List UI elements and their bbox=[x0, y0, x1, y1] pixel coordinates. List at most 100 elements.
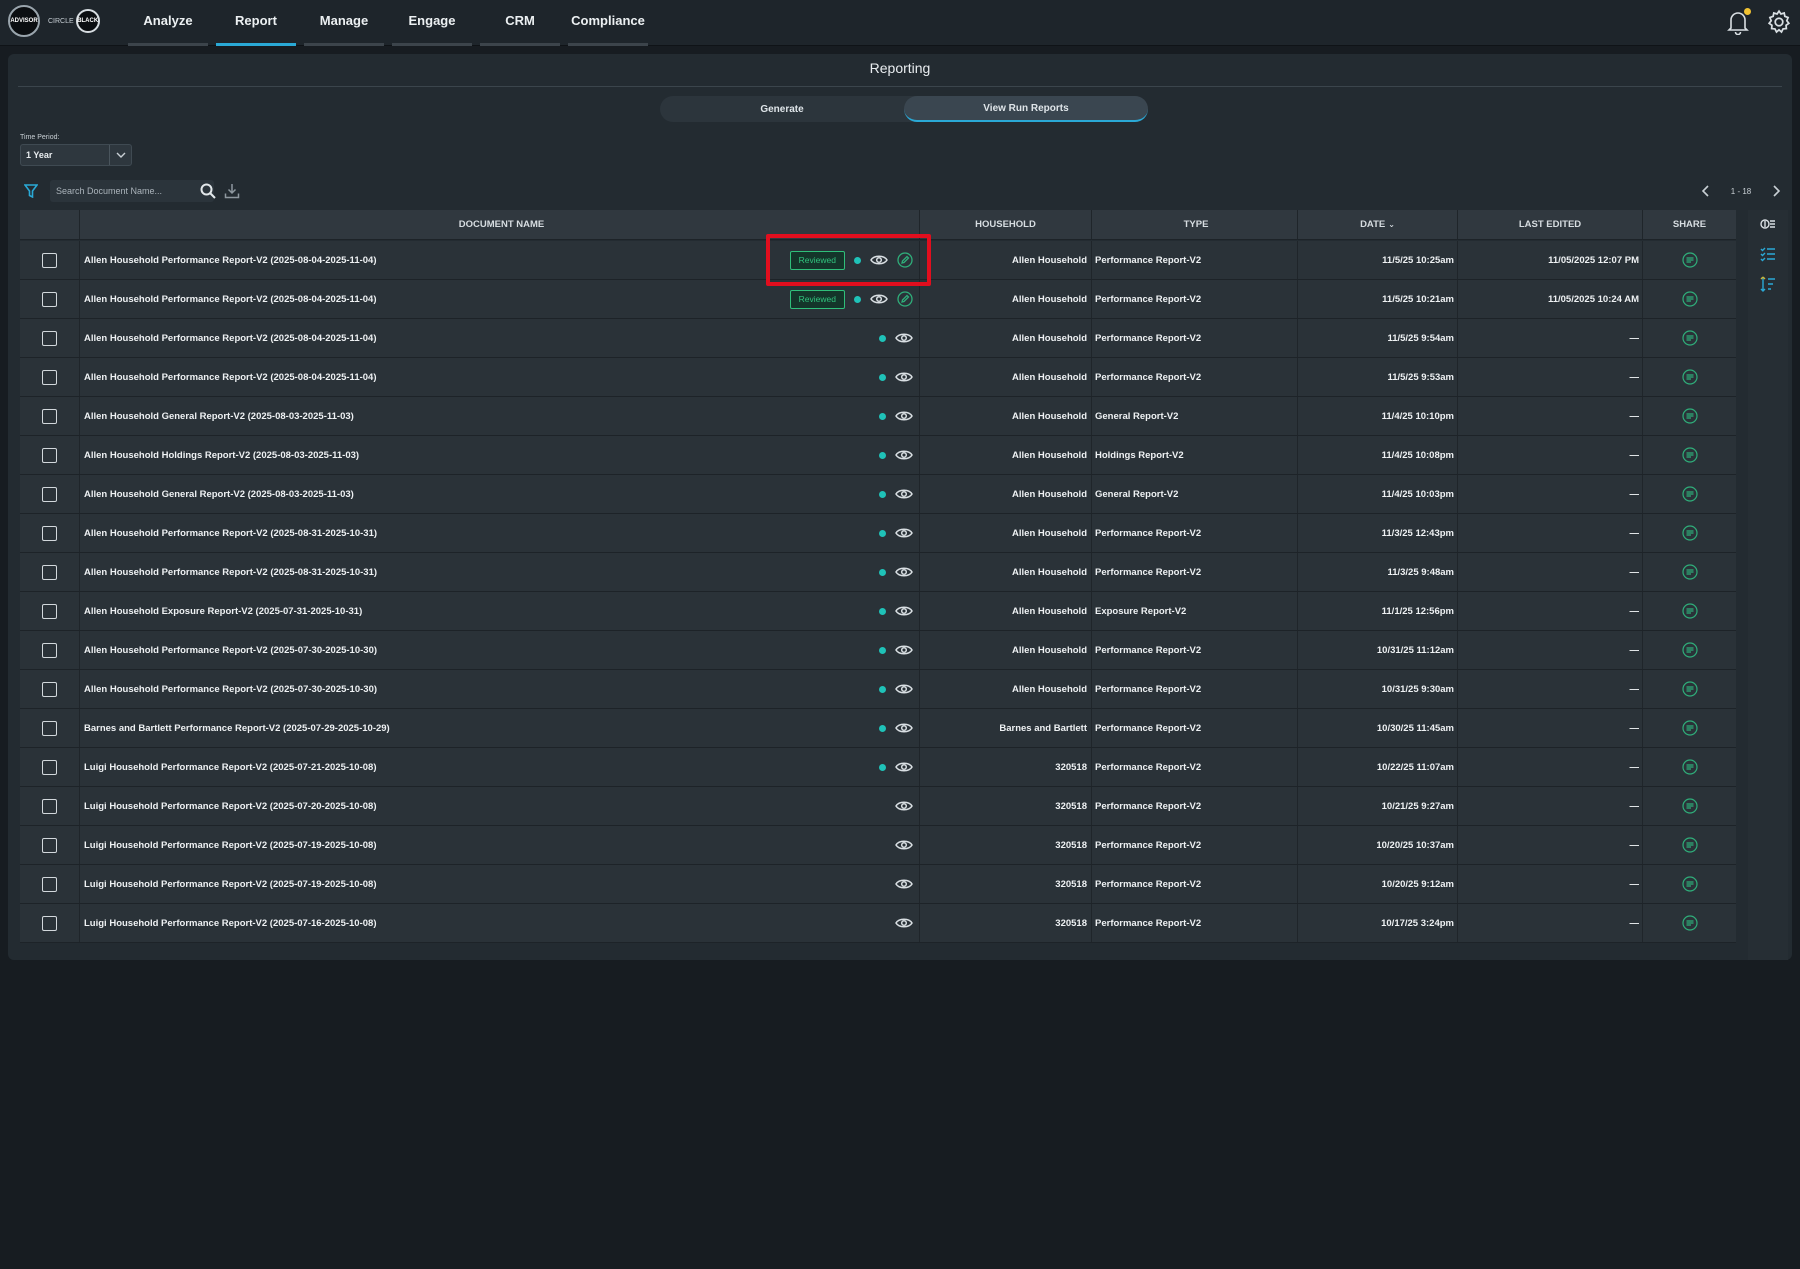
eye-icon[interactable] bbox=[895, 722, 913, 734]
row-checkbox[interactable] bbox=[42, 720, 57, 736]
row-checkbox[interactable] bbox=[42, 486, 57, 502]
document-name[interactable]: Luigi Household Performance Report-V2 (2… bbox=[84, 840, 376, 851]
eye-icon[interactable] bbox=[895, 917, 913, 929]
share-icon[interactable] bbox=[1681, 837, 1698, 853]
row-checkbox[interactable] bbox=[42, 642, 57, 658]
eye-icon[interactable] bbox=[895, 644, 913, 656]
document-name[interactable]: Allen Household Performance Report-V2 (2… bbox=[84, 684, 377, 695]
document-name[interactable]: Allen Household Holdings Report-V2 (2025… bbox=[84, 450, 359, 461]
eye-icon[interactable] bbox=[895, 839, 913, 851]
checklist-icon[interactable] bbox=[1760, 246, 1776, 262]
share-icon[interactable] bbox=[1681, 447, 1698, 463]
table-row[interactable]: Allen Household Performance Report-V2 (2… bbox=[20, 670, 1736, 709]
row-checkbox[interactable] bbox=[42, 447, 57, 463]
chevron-left-icon[interactable] bbox=[1700, 185, 1712, 197]
column-household[interactable]: HOUSEHOLD bbox=[920, 210, 1092, 239]
columns-icon[interactable] bbox=[1760, 216, 1776, 232]
column-type[interactable]: TYPE bbox=[1092, 210, 1298, 239]
document-name[interactable]: Allen Household Performance Report-V2 (2… bbox=[84, 333, 377, 344]
row-checkbox[interactable] bbox=[42, 837, 57, 853]
eye-icon[interactable] bbox=[895, 800, 913, 812]
view-run-reports-tab[interactable]: View Run Reports bbox=[904, 96, 1148, 122]
nav-crm[interactable]: CRM bbox=[480, 0, 560, 46]
document-name[interactable]: Allen Household Exposure Report-V2 (2025… bbox=[84, 606, 362, 617]
document-name[interactable]: Allen Household Performance Report-V2 (2… bbox=[84, 255, 377, 266]
generate-tab[interactable]: Generate bbox=[660, 96, 904, 122]
column-date[interactable]: DATE ⌄ bbox=[1298, 210, 1458, 239]
row-checkbox[interactable] bbox=[42, 564, 57, 580]
document-name[interactable]: Allen Household Performance Report-V2 (2… bbox=[84, 645, 377, 656]
share-icon[interactable] bbox=[1681, 369, 1698, 385]
share-icon[interactable] bbox=[1681, 603, 1698, 619]
eye-icon[interactable] bbox=[895, 761, 913, 773]
share-icon[interactable] bbox=[1681, 798, 1698, 814]
search-icon[interactable] bbox=[200, 183, 216, 199]
row-checkbox[interactable] bbox=[42, 759, 57, 775]
table-row[interactable]: Barnes and Bartlett Performance Report-V… bbox=[20, 709, 1736, 748]
document-name[interactable]: Allen Household Performance Report-V2 (2… bbox=[84, 294, 377, 305]
table-row[interactable]: Luigi Household Performance Report-V2 (2… bbox=[20, 787, 1736, 826]
eye-icon[interactable] bbox=[895, 371, 913, 383]
row-checkbox[interactable] bbox=[42, 681, 57, 697]
share-icon[interactable] bbox=[1681, 876, 1698, 892]
chevron-right-icon[interactable] bbox=[1770, 185, 1782, 197]
eye-icon[interactable] bbox=[870, 293, 888, 305]
nav-engage[interactable]: Engage bbox=[392, 0, 472, 46]
table-row[interactable]: Allen Household Performance Report-V2 (2… bbox=[20, 631, 1736, 670]
share-icon[interactable] bbox=[1681, 720, 1698, 736]
row-checkbox[interactable] bbox=[42, 369, 57, 385]
table-row[interactable]: Allen Household Holdings Report-V2 (2025… bbox=[20, 436, 1736, 475]
column-share[interactable]: SHARE bbox=[1643, 210, 1736, 239]
document-name[interactable]: Allen Household Performance Report-V2 (2… bbox=[84, 567, 377, 578]
share-icon[interactable] bbox=[1681, 915, 1698, 931]
share-icon[interactable] bbox=[1681, 525, 1698, 541]
gear-icon[interactable] bbox=[1766, 9, 1792, 35]
share-icon[interactable] bbox=[1681, 564, 1698, 580]
eye-icon[interactable] bbox=[895, 683, 913, 695]
share-icon[interactable] bbox=[1681, 681, 1698, 697]
document-name[interactable]: Allen Household Performance Report-V2 (2… bbox=[84, 372, 377, 383]
row-checkbox[interactable] bbox=[42, 252, 57, 268]
table-row[interactable]: Allen Household Performance Report-V2 (2… bbox=[20, 358, 1736, 397]
share-icon[interactable] bbox=[1681, 408, 1698, 424]
row-checkbox[interactable] bbox=[42, 291, 57, 307]
eye-icon[interactable] bbox=[895, 878, 913, 890]
document-name[interactable]: Allen Household Performance Report-V2 (2… bbox=[84, 528, 377, 539]
eye-icon[interactable] bbox=[895, 566, 913, 578]
document-name[interactable]: Luigi Household Performance Report-V2 (2… bbox=[84, 918, 376, 929]
row-checkbox[interactable] bbox=[42, 525, 57, 541]
table-row[interactable]: Luigi Household Performance Report-V2 (2… bbox=[20, 904, 1736, 943]
table-row[interactable]: Luigi Household Performance Report-V2 (2… bbox=[20, 748, 1736, 787]
share-icon[interactable] bbox=[1681, 291, 1698, 307]
eye-icon[interactable] bbox=[895, 527, 913, 539]
share-icon[interactable] bbox=[1681, 330, 1698, 346]
row-checkbox[interactable] bbox=[42, 330, 57, 346]
row-checkbox[interactable] bbox=[42, 603, 57, 619]
sort-desc-icon[interactable]: ⌄ bbox=[1388, 220, 1395, 229]
download-icon[interactable] bbox=[224, 183, 240, 199]
sort-list-icon[interactable] bbox=[1760, 276, 1776, 292]
nav-manage[interactable]: Manage bbox=[304, 0, 384, 46]
filter-icon[interactable] bbox=[24, 184, 38, 198]
document-name[interactable]: Barnes and Bartlett Performance Report-V… bbox=[84, 723, 390, 734]
table-row[interactable]: Allen Household Performance Report-V2 (2… bbox=[20, 514, 1736, 553]
table-row[interactable]: Allen Household Performance Report-V2 (2… bbox=[20, 553, 1736, 592]
nav-report[interactable]: Report bbox=[216, 0, 296, 46]
document-name[interactable]: Allen Household General Report-V2 (2025-… bbox=[84, 489, 354, 500]
table-row[interactable]: Allen Household Performance Report-V2 (2… bbox=[20, 319, 1736, 358]
eye-icon[interactable] bbox=[895, 332, 913, 344]
edit-icon[interactable] bbox=[897, 291, 913, 307]
eye-icon[interactable] bbox=[895, 605, 913, 617]
column-last-edited[interactable]: LAST EDITED bbox=[1458, 210, 1643, 239]
row-checkbox[interactable] bbox=[42, 876, 57, 892]
eye-icon[interactable] bbox=[895, 488, 913, 500]
share-icon[interactable] bbox=[1681, 252, 1698, 268]
nav-compliance[interactable]: Compliance bbox=[568, 0, 648, 46]
table-row[interactable]: Luigi Household Performance Report-V2 (2… bbox=[20, 826, 1736, 865]
row-checkbox[interactable] bbox=[42, 915, 57, 931]
chevron-down-icon[interactable] bbox=[109, 145, 131, 165]
table-row[interactable]: Allen Household General Report-V2 (2025-… bbox=[20, 475, 1736, 514]
share-icon[interactable] bbox=[1681, 642, 1698, 658]
row-checkbox[interactable] bbox=[42, 798, 57, 814]
eye-icon[interactable] bbox=[895, 449, 913, 461]
